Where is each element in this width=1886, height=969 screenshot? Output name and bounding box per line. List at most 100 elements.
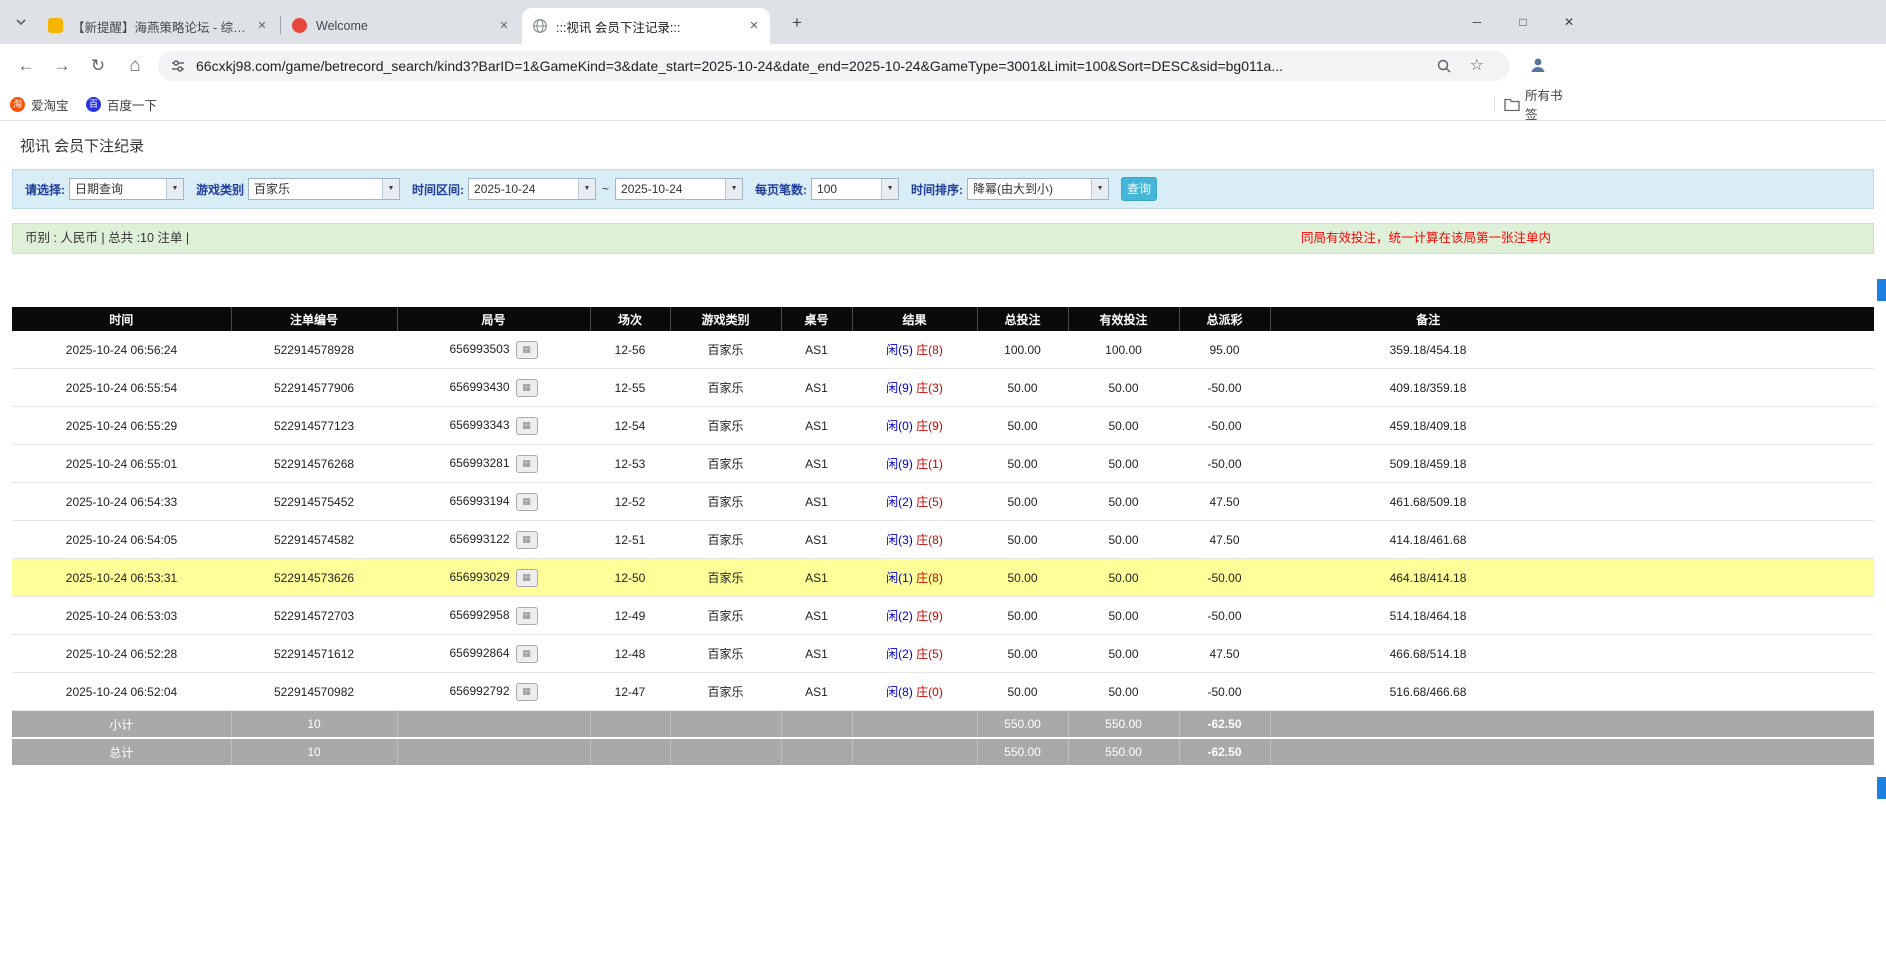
sort-select[interactable]: 降幂(由大到小) ▼: [967, 178, 1109, 200]
cell-total-bet-link[interactable]: 50.00: [977, 673, 1068, 711]
cell-time: 2025-10-24 06:56:24: [12, 331, 231, 369]
date-end-input[interactable]: 2025-10-24 ▼: [615, 178, 743, 200]
close-tab-icon[interactable]: ✕: [496, 18, 512, 34]
page-size-select[interactable]: 100 ▼: [811, 178, 899, 200]
dropdown-arrow-icon[interactable]: ▼: [725, 179, 742, 199]
bookmark-baidu[interactable]: 百 百度一下: [86, 88, 157, 120]
cell-round-id: 656993430▦: [397, 369, 590, 407]
reload-button[interactable]: ↻: [82, 50, 114, 82]
query-type-select[interactable]: 日期查询 ▼: [69, 178, 184, 200]
cell-game-type: 百家乐: [670, 521, 781, 559]
all-bookmarks-folder[interactable]: 所有书签: [1504, 88, 1574, 120]
cell-valid-bet: 50.00: [1068, 521, 1179, 559]
cell-total-bet-link[interactable]: 100.00: [977, 331, 1068, 369]
table-header-row: 时间 注单编号 局号 场次 游戏类别 桌号 结果 总投注 有效投注 总派彩 备注: [12, 307, 1874, 331]
cell-time: 2025-10-24 06:53:03: [12, 597, 231, 635]
round-detail-icon[interactable]: ▦: [516, 455, 538, 473]
cell-total-bet-link[interactable]: 50.00: [977, 369, 1068, 407]
cell-session: 12-49: [590, 597, 670, 635]
cell-game-type: 百家乐: [670, 331, 781, 369]
round-detail-icon[interactable]: ▦: [516, 607, 538, 625]
tab-welcome[interactable]: Welcome ✕: [282, 8, 520, 44]
dropdown-arrow-icon[interactable]: ▼: [166, 179, 183, 199]
cell-remark: 466.68/514.18: [1270, 635, 1874, 673]
result-player: 闲(0): [886, 419, 913, 433]
table-row: 2025-10-24 06:55:54 522914577906 6569934…: [12, 369, 1874, 407]
address-bar[interactable]: 66cxkj98.com/game/betrecord_search/kind3…: [158, 51, 1510, 81]
cell-game-type: 百家乐: [670, 369, 781, 407]
dropdown-arrow-icon[interactable]: ▼: [578, 179, 595, 199]
cell-total-bet-link[interactable]: 50.00: [977, 407, 1068, 445]
url-text: 66cxkj98.com/game/betrecord_search/kind3…: [196, 51, 1418, 81]
cell-total-bet-link[interactable]: 50.00: [977, 559, 1068, 597]
minimize-button[interactable]: ─: [1460, 0, 1494, 44]
search-button[interactable]: 查询: [1121, 177, 1157, 201]
subtotal-row: 小计 10 550.00 550.00 -62.50: [12, 711, 1874, 739]
round-detail-icon[interactable]: ▦: [516, 683, 538, 701]
cell-total-bet-link[interactable]: 50.00: [977, 635, 1068, 673]
round-id-text: 656992792: [449, 684, 509, 698]
forward-button[interactable]: →: [46, 50, 78, 82]
cell-total-bet-link[interactable]: 50.00: [977, 483, 1068, 521]
chevron-down-icon[interactable]: [14, 15, 28, 29]
profile-avatar[interactable]: [1524, 52, 1552, 80]
cell-game-type: 百家乐: [670, 407, 781, 445]
round-detail-icon[interactable]: ▦: [516, 531, 538, 549]
cell-payout: 47.50: [1179, 483, 1270, 521]
result-player: 闲(2): [886, 495, 913, 509]
round-detail-icon[interactable]: ▦: [516, 493, 538, 511]
dropdown-arrow-icon[interactable]: ▼: [382, 179, 399, 199]
round-id-text: 656993281: [449, 456, 509, 470]
header-session: 场次: [590, 307, 670, 331]
round-detail-icon[interactable]: ▦: [516, 341, 538, 359]
cell-result: 闲(3) 庄(8): [852, 521, 977, 559]
cell-round-id: 656993503▦: [397, 331, 590, 369]
cell-time: 2025-10-24 06:54:33: [12, 483, 231, 521]
close-window-button[interactable]: ✕: [1552, 0, 1586, 44]
cell-time: 2025-10-24 06:52:04: [12, 673, 231, 711]
cell-session: 12-56: [590, 331, 670, 369]
zoom-icon[interactable]: [1436, 58, 1452, 79]
scroll-widget-bottom[interactable]: [1877, 777, 1886, 799]
cell-payout: -50.00: [1179, 407, 1270, 445]
cell-remark: 514.18/464.18: [1270, 597, 1874, 635]
dropdown-arrow-icon[interactable]: ▼: [881, 179, 898, 199]
date-tilde: ~: [602, 182, 609, 196]
maximize-button[interactable]: □: [1506, 0, 1540, 44]
new-tab-button[interactable]: +: [784, 10, 810, 36]
round-detail-icon[interactable]: ▦: [516, 417, 538, 435]
date-range-label: 时间区间:: [412, 181, 464, 198]
cell-total-bet-link[interactable]: 50.00: [977, 597, 1068, 635]
cell-time: 2025-10-24 06:55:54: [12, 369, 231, 407]
cell-bet-id: 522914575452: [231, 483, 397, 521]
game-type-select[interactable]: 百家乐 ▼: [248, 178, 400, 200]
round-detail-icon[interactable]: ▦: [516, 379, 538, 397]
bookmark-star-icon[interactable]: ☆: [1470, 51, 1484, 81]
cell-total-bet-link[interactable]: 50.00: [977, 445, 1068, 483]
round-detail-icon[interactable]: ▦: [516, 645, 538, 663]
home-button[interactable]: ⌂: [119, 50, 151, 82]
cell-round-id: 656992958▦: [397, 597, 590, 635]
table-row: 2025-10-24 06:54:33 522914575452 6569931…: [12, 483, 1874, 521]
tab-forum[interactable]: 【新提醒】海燕策略论坛 - 综合... ✕: [38, 8, 278, 44]
tab-bet-records-active[interactable]: :::视讯 会员下注记录::: ✕: [522, 8, 770, 44]
cell-total-bet-link[interactable]: 50.00: [977, 521, 1068, 559]
close-tab-icon[interactable]: ✕: [746, 18, 762, 34]
dropdown-arrow-icon[interactable]: ▼: [1091, 179, 1108, 199]
scroll-widget-top[interactable]: [1877, 279, 1886, 301]
cell-valid-bet: 50.00: [1068, 407, 1179, 445]
bookmark-taobao[interactable]: 淘 爱淘宝: [10, 88, 69, 120]
cell-session: 12-54: [590, 407, 670, 445]
header-round-id: 局号: [397, 307, 590, 331]
date-start-input[interactable]: 2025-10-24 ▼: [468, 178, 596, 200]
back-button[interactable]: ←: [10, 50, 42, 82]
cell-payout: -50.00: [1179, 369, 1270, 407]
round-detail-icon[interactable]: ▦: [516, 569, 538, 587]
cell-round-id: 656993343▦: [397, 407, 590, 445]
site-settings-icon[interactable]: [170, 58, 186, 79]
cell-valid-bet: 50.00: [1068, 369, 1179, 407]
cell-valid-bet: 50.00: [1068, 559, 1179, 597]
close-tab-icon[interactable]: ✕: [254, 18, 270, 34]
grand-total-count: 10: [231, 738, 397, 766]
cell-table-no: AS1: [781, 407, 852, 445]
